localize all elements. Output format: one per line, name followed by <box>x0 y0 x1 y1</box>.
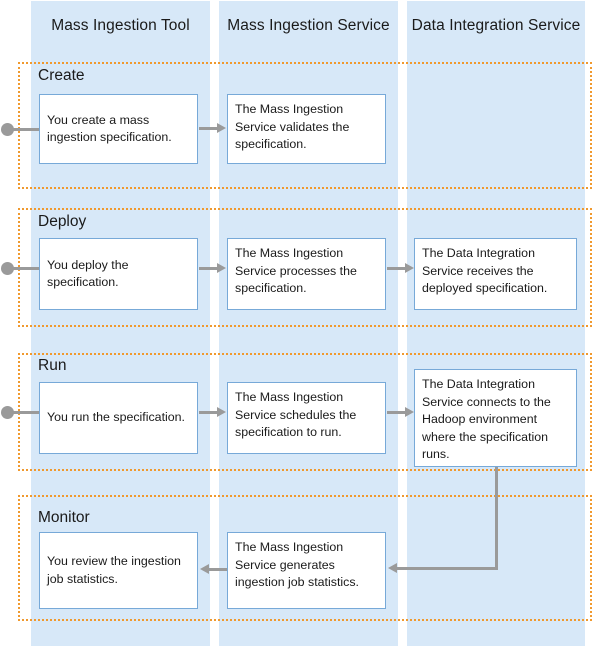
step-monitor-service: The Mass Ingestion Service generates ing… <box>227 532 386 609</box>
connector-monitor-service-to-tool <box>208 568 227 571</box>
swimlane-diagram: Mass Ingestion Tool Mass Ingestion Servi… <box>0 0 600 647</box>
step-text: The Mass Ingestion Service schedules the… <box>235 390 357 439</box>
step-monitor-tool: You review the ingestion job statistics. <box>39 532 198 609</box>
connector-start-deploy <box>11 267 40 270</box>
arrowhead-run-to-dis <box>405 407 414 417</box>
lane-header-mass-ingestion-service: Mass Ingestion Service <box>227 16 390 34</box>
step-text: You deploy the specification. <box>47 257 129 290</box>
phase-label-create: Create <box>38 67 85 84</box>
step-run-tool: You run the specification. <box>39 382 198 454</box>
step-text: The Mass Ingestion Service processes the… <box>235 246 357 295</box>
lane-header-mass-ingestion-tool: Mass Ingestion Tool <box>51 16 190 34</box>
step-text: You review the ingestion job statistics. <box>47 554 181 586</box>
connector-deploy-tool-to-service <box>199 267 219 270</box>
arrowhead-dis-to-monitor-service <box>388 563 397 573</box>
lane-header-data-integration-service: Data Integration Service <box>411 16 581 34</box>
connector-create-tool-to-service <box>199 127 219 130</box>
step-deploy-service: The Mass Ingestion Service processes the… <box>227 238 386 310</box>
arrowhead-run-to-service <box>217 407 226 417</box>
phase-label-run: Run <box>38 357 67 374</box>
arrowhead-create-to-service <box>217 123 226 133</box>
connector-run-service-to-dis <box>387 411 407 414</box>
step-deploy-tool: You deploy the specification. <box>39 238 198 310</box>
step-deploy-dis: The Data Integration Service receives th… <box>414 238 577 310</box>
step-text: The Data Integration Service receives th… <box>422 246 548 295</box>
step-text: You create a mass ingestion specificatio… <box>47 112 172 145</box>
step-create-service: The Mass Ingestion Service validates the… <box>227 94 386 164</box>
phase-label-monitor: Monitor <box>38 509 90 526</box>
step-text: You run the specification. <box>47 410 185 425</box>
connector-start-run <box>11 411 40 414</box>
step-text: The Mass Ingestion Service validates the… <box>235 102 350 151</box>
connector-run-dis-to-monitor <box>397 567 498 570</box>
connector-run-dis-down <box>495 467 498 570</box>
step-run-dis: The Data Integration Service connects to… <box>414 369 577 467</box>
step-text: The Data Integration Service connects to… <box>422 377 551 461</box>
arrowhead-deploy-to-service <box>217 263 226 273</box>
step-create-tool: You create a mass ingestion specificatio… <box>39 94 198 164</box>
connector-deploy-service-to-dis <box>387 267 407 270</box>
arrowhead-deploy-to-dis <box>405 263 414 273</box>
connector-start-create <box>11 128 40 131</box>
step-text: The Mass Ingestion Service generates ing… <box>235 540 359 589</box>
connector-run-tool-to-service <box>199 411 219 414</box>
phase-label-deploy: Deploy <box>38 213 87 230</box>
step-run-service: The Mass Ingestion Service schedules the… <box>227 382 386 454</box>
